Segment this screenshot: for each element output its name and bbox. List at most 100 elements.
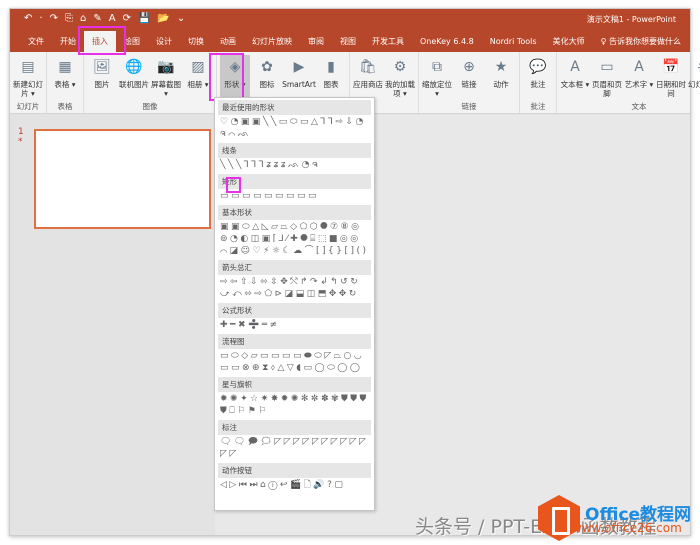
tab-7[interactable]: 幻灯片放映: [244, 31, 300, 52]
qat-icon[interactable]: ↶: [24, 13, 32, 24]
ribbon-icon: #: [693, 57, 700, 77]
ribbon-icon: ⚙: [393, 59, 407, 75]
tab-13[interactable]: 美化大师: [545, 31, 593, 52]
ribbon-group-5: ⧉ 缩放定位 ▾ ⊕ 链接 ★ 动作 链接: [419, 52, 520, 113]
shape-section-header: 标注: [218, 420, 371, 435]
tab-4[interactable]: 设计: [148, 31, 180, 52]
ribbon-group-label: 图像: [142, 102, 158, 111]
ribbon-icon: ✿: [261, 59, 273, 75]
shapes-dropdown: 最近使用的形状 ♡◔▣▣╲╲▭⬭▭△⅂⅂⇨⇩◔ຈ⌒ᨒ 线条 ╲╲╲⅂⅂⅂ʑʑʑᨒ◔ຈ矩…: [214, 97, 375, 511]
ribbon-button-label: 日期和时间: [656, 80, 686, 98]
ribbon-icon: ⊕: [463, 59, 475, 75]
shape-section-header: 最近使用的形状: [218, 100, 371, 115]
tab-12[interactable]: Nordri Tools: [482, 31, 545, 52]
ribbon-icon: ▶: [293, 59, 305, 75]
shape-gallery[interactable]: ✚━✖➗═≠: [218, 318, 371, 332]
ribbon-group-label: 表格: [57, 102, 73, 111]
ribbon-button-label: 图表: [323, 80, 339, 89]
qat-icon[interactable]: A: [109, 13, 116, 24]
window-title: 演示文稿1 - PowerPoint: [586, 15, 676, 24]
ribbon-icon: A: [570, 59, 580, 75]
ribbon-icon: ▦: [58, 59, 72, 75]
slide-number: 1 *: [18, 127, 24, 147]
ribbon-button-label: 艺术字 ▾: [624, 80, 654, 89]
shape-gallery[interactable]: ◁▷⏮⏭⌂ⓘ↩🎬🗋🔊?▢: [218, 478, 371, 492]
tab-9[interactable]: 视图: [332, 31, 364, 52]
ribbon-button-label: 联机图片: [119, 80, 149, 89]
tab-6[interactable]: 动画: [212, 31, 244, 52]
ribbon-icon: 🌐: [125, 59, 143, 75]
shape-gallery[interactable]: ▣▣⬭△◺▱⏢◇⬠⬡⯃⑦⑧◎⊚◔◐◫▣⌈⅃⁄✚⯃⌸⬚■◎◎⌒◪☺♡⚡☼☾☁⌒[]…: [218, 220, 371, 258]
ribbon-button-label: 批注: [530, 80, 546, 89]
shape-section-header: 流程图: [218, 334, 371, 349]
qat-icon[interactable]: ⌄: [177, 13, 185, 24]
ribbon-icon: 💬: [529, 59, 547, 75]
shape-section-header: 动作按钮: [218, 463, 371, 478]
tab-14[interactable]: ♀ 告诉我你想要做什么: [593, 31, 689, 52]
tab-0[interactable]: 文件: [20, 31, 52, 52]
shape-section-header: 星与旗帜: [218, 377, 371, 392]
ribbon-icon: ▨: [191, 59, 205, 75]
ribbon-button-label: 屏幕截图 ▾: [151, 80, 181, 98]
qat-icon[interactable]: ✎: [93, 13, 101, 24]
shape-gallery[interactable]: ⇨⇦⇧⇩⬄⇳✥⤲↱↷↲↰↺↻⤻⤺⬄⇨⬠⊳◪⬓◫⬒✥✥↻: [218, 275, 371, 301]
ribbon-button-label: 幻灯片编号: [688, 80, 700, 98]
shape-section-header: 箭头总汇: [218, 260, 371, 275]
qat-icon[interactable]: ⌂: [80, 13, 86, 24]
qat-icon[interactable]: ⟳: [123, 13, 131, 24]
qat-icon[interactable]: 💾: [138, 13, 150, 24]
highlight-insert-tab: [78, 26, 126, 55]
highlight-shapes-button: [209, 53, 244, 101]
ribbon-group-0: ▤ 新建幻灯片 ▾ 幻灯片: [10, 52, 47, 113]
shape-gallery[interactable]: 🗨🗨🗩🗯◸◸◸◸◸◸◸◸◸◸◸◸: [218, 435, 371, 461]
ribbon-button-4-1[interactable]: ⚙ 我的加载项 ▾: [385, 55, 415, 113]
ribbon-button-label: SmartArt: [282, 80, 316, 89]
ribbon-button-label: 图标: [259, 80, 275, 89]
ribbon-group-6: 💬 批注 批注: [520, 52, 557, 113]
slide-marker: *: [18, 137, 23, 147]
ribbon-group-7: A 文本框 ▾ ▭ 页眉和页脚 A 艺术字 ▾ 📅 日期和时间 # 幻灯片编号文本: [557, 52, 700, 113]
shape-gallery[interactable]: ╲╲╲⅂⅂⅂ʑʑʑᨒ◔ຈ: [218, 158, 371, 172]
watermark-url: www.office26.com: [572, 521, 682, 535]
ribbon-group-label: 批注: [530, 102, 546, 111]
shape-gallery[interactable]: ▭⬭◇▱▭▭▭▭⬬⬭◸⏢○◡▭▭⊗⊕⧗⬨△▽◖▭◯⬭◯◯: [218, 349, 371, 375]
ribbon-group-label: 链接: [461, 102, 477, 111]
ribbon-icon: ▭: [600, 59, 614, 75]
ribbon-button-label: 链接: [461, 80, 477, 89]
shape-section-header: 线条: [218, 143, 371, 158]
ribbon-icon: ▮: [327, 59, 335, 75]
slide-thumbnail-panel: 1 *: [10, 115, 215, 535]
ribbon-button-label: 我的加载项 ▾: [385, 80, 415, 98]
tab-10[interactable]: 开发工具: [364, 31, 412, 52]
tab-11[interactable]: OneKey 6.4.8: [412, 31, 482, 52]
ribbon-icon: ★: [494, 59, 508, 75]
ribbon-group-label: 文本: [631, 102, 647, 111]
shape-gallery[interactable]: ♡◔▣▣╲╲▭⬭▭△⅂⅂⇨⇩◔ຈ⌒ᨒ: [218, 115, 371, 141]
ribbon-icon: 🖼: [93, 59, 111, 75]
ribbon-button-label: 页眉和页脚: [592, 80, 622, 98]
ribbon-button-label: 动作: [493, 80, 509, 89]
shape-gallery[interactable]: ✹✺✦☆✷✸✹✺✻✼✽✾⛊⛊⛊⛊⎕⚐⚑⚐: [218, 392, 371, 418]
ribbon-button-label: 相册 ▾: [187, 80, 209, 89]
slide-number-text: 1: [18, 127, 24, 137]
ribbon-icon: ⧉: [432, 59, 442, 75]
qat-icon[interactable]: 📂: [157, 13, 169, 24]
ribbon-group-1: ▦ 表格 ▾ 表格: [47, 52, 84, 113]
shape-section-header: 基本形状: [218, 205, 371, 220]
ribbon-button-label: 应用商店: [353, 80, 383, 89]
slide-thumbnail-1[interactable]: [34, 129, 211, 229]
tab-8[interactable]: 审阅: [300, 31, 332, 52]
tab-5[interactable]: 切换: [180, 31, 212, 52]
ribbon-button-label: 缩放定位 ▾: [422, 80, 452, 98]
ribbon-icon: 🛍: [359, 59, 377, 75]
ribbon-group-2: 🖼 图片 🌐 联机图片 📷 屏幕截图 ▾ ▨ 相册 ▾ 图像: [84, 52, 217, 113]
highlight-rounded-rectangle: [226, 177, 241, 193]
ribbon-button-label: 文本框 ▾: [560, 80, 590, 89]
ribbon-button-label: 表格 ▾: [54, 80, 76, 89]
qat-icon[interactable]: ⎘: [65, 13, 73, 24]
qat-icon[interactable]: ·: [39, 13, 42, 24]
ribbon-button-label: 新建幻灯片 ▾: [13, 80, 43, 98]
ribbon-icon: A: [634, 59, 644, 75]
ribbon-icon: 📷: [157, 59, 175, 75]
qat-icon[interactable]: ↷: [50, 13, 58, 24]
